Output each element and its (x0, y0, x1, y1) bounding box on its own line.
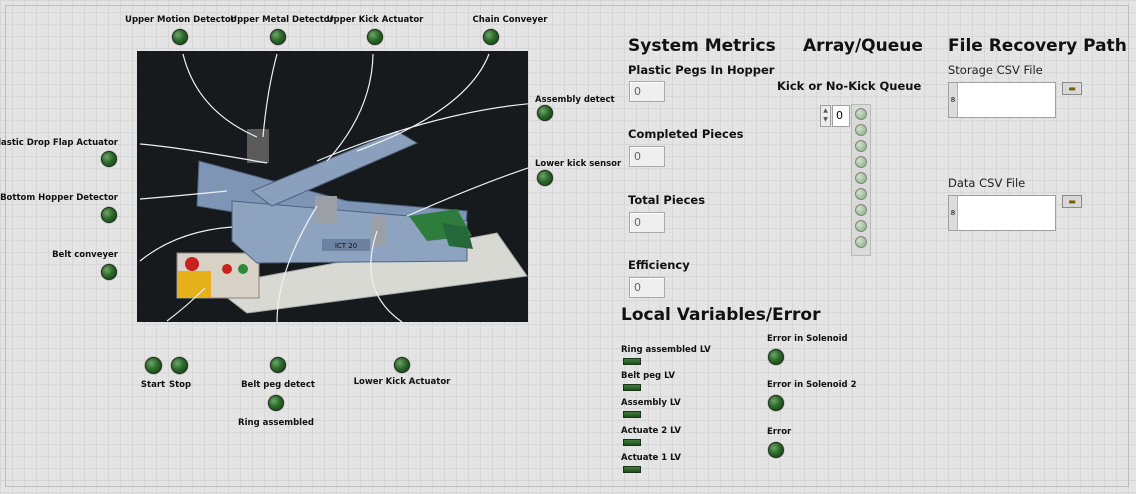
error-solenoid-label: Error in Solenoid (767, 334, 848, 344)
queue-element-led[interactable] (855, 188, 867, 200)
lower-kick-sensor-led[interactable] (537, 170, 553, 186)
storage-csv-browse-folder-icon[interactable]: ▬ (1062, 82, 1082, 95)
upper-metal-detector-label: Upper Metal Detector (230, 15, 334, 25)
path-type-tag: 8 (949, 196, 958, 230)
machine-photo: ICT 20 (137, 51, 528, 322)
upper-kick-actuator-led[interactable] (367, 29, 383, 45)
chain-conveyer-led[interactable] (483, 29, 499, 45)
queue-element-led[interactable] (855, 172, 867, 184)
actuate2-lv-label: Actuate 2 LV (621, 426, 681, 436)
file-recovery-title: File Recovery Path (948, 36, 1127, 56)
queue-element-led[interactable] (855, 220, 867, 232)
error-led[interactable] (768, 442, 784, 458)
error-solenoid2-label: Error in Solenoid 2 (767, 380, 857, 390)
belt-conveyer-led[interactable] (101, 264, 117, 280)
total-pieces-label: Total Pieces (628, 193, 706, 207)
plate-label: ICT 20 (335, 242, 357, 250)
queue-element-led[interactable] (855, 204, 867, 216)
queue-element-led[interactable] (855, 156, 867, 168)
system-metrics-title: System Metrics (628, 36, 776, 56)
bottom-hopper-detector-led[interactable] (101, 207, 117, 223)
completed-pieces-value: 0 (629, 146, 665, 167)
belt-peg-lv-label: Belt peg LV (621, 371, 675, 381)
start-label: Start (140, 380, 166, 390)
stop-button[interactable] (171, 357, 188, 374)
actuate2-lv-led[interactable] (623, 439, 641, 446)
data-csv-label: Data CSV File (948, 176, 1026, 190)
ring-assembled-led[interactable] (268, 395, 284, 411)
actuate1-lv-label: Actuate 1 LV (621, 453, 681, 463)
bottom-hopper-detector-label: Bottom Hopper Detector (0, 193, 118, 203)
data-csv-browse-folder-icon[interactable]: ▬ (1062, 195, 1082, 208)
plastic-pegs-value: 0 (629, 81, 665, 102)
ring-assembled-lv-label: Ring assembled LV (621, 345, 711, 355)
assembly-detect-label: Assembly detect (535, 95, 615, 105)
lower-kick-actuator-label: Lower Kick Actuator (353, 377, 451, 387)
lower-kick-sensor-label: Lower kick sensor (535, 159, 622, 169)
upper-metal-detector-led[interactable] (270, 29, 286, 45)
efficiency-value: 0 (629, 277, 665, 298)
array-queue-title: Array/Queue (803, 36, 923, 56)
array-index-value[interactable]: 0 (832, 105, 850, 127)
belt-peg-detect-label: Belt peg detect (241, 380, 315, 390)
ring-assembled-lv-led[interactable] (623, 358, 641, 365)
upper-motion-detector-led[interactable] (172, 29, 188, 45)
storage-csv-label: Storage CSV File (948, 63, 1043, 77)
plastic-drop-flap-actuator-led[interactable] (101, 151, 117, 167)
assembly-lv-label: Assembly LV (621, 398, 681, 408)
storage-csv-path-input[interactable]: 8 (948, 82, 1056, 118)
total-pieces-value: 0 (629, 212, 665, 233)
array-index-spinner[interactable]: ▲ ▼ (820, 105, 831, 127)
belt-peg-detect-led[interactable] (270, 357, 286, 373)
plastic-drop-flap-actuator-label: Plastic Drop Flap Actuator (0, 138, 118, 148)
error-solenoid-led[interactable] (768, 349, 784, 365)
path-type-tag: 8 (949, 83, 958, 117)
error-solenoid2-led[interactable] (768, 395, 784, 411)
kick-queue-label: Kick or No-Kick Queue (777, 79, 922, 93)
actuate1-lv-led[interactable] (623, 466, 641, 473)
queue-element-led[interactable] (855, 140, 867, 152)
belt-peg-lv-led[interactable] (623, 384, 641, 391)
queue-element-led[interactable] (855, 108, 867, 120)
plastic-pegs-label: Plastic Pegs In Hopper (628, 63, 775, 77)
machine-illustration: ICT 20 (139, 53, 528, 322)
error-label: Error (767, 427, 792, 437)
assembly-lv-led[interactable] (623, 411, 641, 418)
assembly-detect-led[interactable] (537, 105, 553, 121)
completed-pieces-label: Completed Pieces (628, 127, 744, 141)
queue-element-led[interactable] (855, 124, 867, 136)
lower-kick-actuator-led[interactable] (394, 357, 410, 373)
local-variables-title: Local Variables/Error (621, 305, 821, 325)
ring-assembled-label: Ring assembled (238, 418, 314, 428)
efficiency-label: Efficiency (628, 258, 690, 272)
data-csv-path-input[interactable]: 8 (948, 195, 1056, 231)
queue-element-led[interactable] (855, 236, 867, 248)
upper-kick-actuator-label: Upper Kick Actuator (326, 15, 424, 25)
belt-conveyer-label: Belt conveyer (52, 250, 118, 260)
start-button[interactable] (145, 357, 162, 374)
stop-label: Stop (168, 380, 192, 390)
chain-conveyer-label: Chain Conveyer (472, 15, 548, 25)
upper-motion-detector-label: Upper Motion Detector (125, 15, 235, 25)
